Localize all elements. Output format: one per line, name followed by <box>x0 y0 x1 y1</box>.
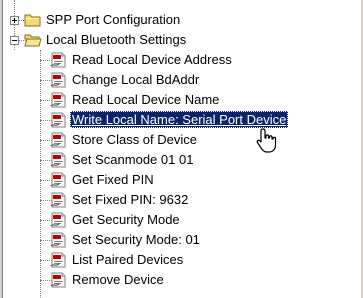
tree-item-label: Read Local Device Name <box>72 92 220 107</box>
tree-folder-local-bluetooth-settings[interactable]: Local Bluetooth Settings <box>0 30 363 50</box>
tree-item[interactable]: Read Local Device Name <box>0 90 363 110</box>
script-page-icon <box>50 252 66 268</box>
tree-item-label: Get Security Mode <box>72 212 180 227</box>
script-page-icon <box>50 152 66 168</box>
script-page-icon <box>50 132 66 148</box>
tree-item[interactable]: Get Security Mode <box>0 210 363 230</box>
script-page-icon <box>50 212 66 228</box>
tree-view-panel: SPP Port Configuration Local Bluetooth S… <box>0 0 363 298</box>
tree-item-label: Set Security Mode: 01 <box>72 232 200 247</box>
tree-item[interactable]: Write Local Name: Serial Port Device <box>0 110 363 130</box>
tree-folder-label: Local Bluetooth Settings <box>46 32 187 47</box>
folder-closed-icon <box>24 14 41 27</box>
tree-item[interactable]: List Paired Devices <box>0 250 363 270</box>
tree-item[interactable]: Set Fixed PIN: 9632 <box>0 190 363 210</box>
expand-plus-icon[interactable] <box>10 16 19 25</box>
tree-item-label: Read Local Device Address <box>72 52 232 67</box>
tree-item[interactable]: Get Fixed PIN <box>0 170 363 190</box>
hand-pointer-icon <box>256 128 277 153</box>
tree-item[interactable]: Set Scanmode 01 01 <box>0 150 363 170</box>
collapse-minus-icon[interactable] <box>10 36 19 45</box>
script-page-icon <box>50 232 66 248</box>
tree-item[interactable]: Remove Device <box>0 270 363 290</box>
tree-item-label: Change Local BdAddr <box>72 72 200 87</box>
tree-folder-label: SPP Port Configuration <box>46 12 181 27</box>
script-page-icon <box>50 92 66 108</box>
script-page-icon <box>50 52 66 68</box>
tree-item-label: Get Fixed PIN <box>72 172 154 187</box>
script-page-icon <box>50 72 66 88</box>
tree-item-label: Write Local Name: Serial Port Device <box>70 111 289 128</box>
tree-item[interactable]: Read Local Device Address <box>0 50 363 70</box>
tree-folder-spp-port-configuration[interactable]: SPP Port Configuration <box>0 10 363 30</box>
script-page-icon <box>50 192 66 208</box>
tree-item-label: List Paired Devices <box>72 252 184 267</box>
script-page-icon <box>50 272 66 288</box>
tree-item-label: Remove Device <box>72 272 164 287</box>
tree-item[interactable]: Set Security Mode: 01 <box>0 230 363 250</box>
script-page-icon <box>50 172 66 188</box>
tree-item-label: Set Fixed PIN: 9632 <box>72 192 189 207</box>
tree-item[interactable]: Store Class of Device <box>0 130 363 150</box>
script-page-icon <box>50 112 66 128</box>
tree-item[interactable]: Change Local BdAddr <box>0 70 363 90</box>
tree-item-label: Set Scanmode 01 01 <box>72 152 194 167</box>
tree-item-label: Store Class of Device <box>72 132 197 147</box>
folder-open-icon <box>24 34 42 47</box>
